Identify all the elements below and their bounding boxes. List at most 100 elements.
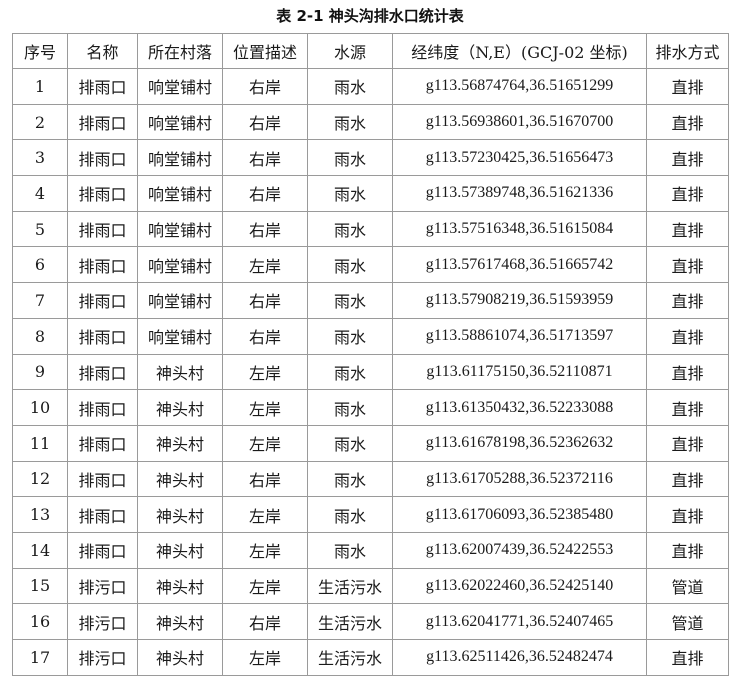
cell-seq: 14 bbox=[12, 531, 68, 569]
table-row: 8 排雨口 响堂铺村 右岸 雨水 g113.58861074,36.51713597 直排 bbox=[12, 317, 729, 355]
cell-name: 排雨口 bbox=[67, 246, 138, 284]
outfall-table: 序号 名称 所在村落 位置描述 水源 经纬度（N,E）(GCJ-02 坐标) 排… bbox=[12, 33, 729, 676]
cell-source: 雨水 bbox=[307, 317, 393, 355]
cell-village: 响堂铺村 bbox=[137, 210, 223, 248]
table-row: 15 排污口 神头村 左岸 生活污水 g113.62022460,36.52425140 管… bbox=[12, 567, 729, 605]
cell-method: 管道 bbox=[646, 603, 729, 640]
header-row: 序号 名称 所在村落 位置描述 水源 经纬度（N,E）(GCJ-02 坐标) 排… bbox=[12, 33, 729, 69]
cell-coord: g113.61175150,36.52110871 bbox=[392, 353, 647, 391]
cell-coord: g113.62022460,36.52425140 bbox=[392, 567, 647, 605]
cell-source: 雨水 bbox=[307, 496, 393, 533]
cell-position: 左岸 bbox=[222, 567, 308, 605]
cell-method: 直排 bbox=[646, 496, 729, 533]
cell-source: 生活污水 bbox=[307, 603, 393, 640]
cell-seq: 8 bbox=[12, 317, 68, 355]
table-row: 17 排污口 神头村 左岸 生活污水 g113.62511426,36.52482474 直… bbox=[12, 639, 729, 676]
cell-name: 排雨口 bbox=[67, 68, 138, 105]
cell-source: 雨水 bbox=[307, 460, 393, 498]
cell-coord: g113.61678198,36.52362632 bbox=[392, 424, 647, 462]
cell-method: 直排 bbox=[646, 531, 729, 569]
cell-name: 排雨口 bbox=[67, 531, 138, 569]
table-row: 4 排雨口 响堂铺村 右岸 雨水 g113.57389748,36.51621336 直排 bbox=[12, 175, 729, 212]
cell-village: 神头村 bbox=[137, 389, 223, 426]
cell-coord: g113.61706093,36.52385480 bbox=[392, 496, 647, 533]
cell-village: 神头村 bbox=[137, 424, 223, 462]
cell-coord: g113.62511426,36.52482474 bbox=[392, 639, 647, 676]
cell-seq: 13 bbox=[12, 496, 68, 533]
cell-name: 排污口 bbox=[67, 603, 138, 640]
cell-seq: 6 bbox=[12, 246, 68, 284]
cell-village: 神头村 bbox=[137, 567, 223, 605]
cell-method: 直排 bbox=[646, 246, 729, 284]
cell-source: 雨水 bbox=[307, 353, 393, 391]
cell-seq: 12 bbox=[12, 460, 68, 498]
cell-source: 雨水 bbox=[307, 103, 393, 141]
cell-seq: 15 bbox=[12, 567, 68, 605]
cell-coord: g113.62041771,36.52407465 bbox=[392, 603, 647, 640]
cell-seq: 4 bbox=[12, 175, 68, 212]
cell-position: 右岸 bbox=[222, 603, 308, 640]
cell-position: 右岸 bbox=[222, 317, 308, 355]
cell-village: 神头村 bbox=[137, 460, 223, 498]
cell-name: 排雨口 bbox=[67, 103, 138, 141]
cell-name: 排雨口 bbox=[67, 496, 138, 533]
cell-coord: g113.56938601,36.51670700 bbox=[392, 103, 647, 141]
cell-coord: g113.58861074,36.51713597 bbox=[392, 317, 647, 355]
cell-seq: 16 bbox=[12, 603, 68, 640]
cell-method: 直排 bbox=[646, 175, 729, 212]
cell-method: 直排 bbox=[646, 424, 729, 462]
cell-method: 直排 bbox=[646, 282, 729, 319]
cell-seq: 2 bbox=[12, 103, 68, 141]
cell-village: 神头村 bbox=[137, 603, 223, 640]
table-row: 16 排污口 神头村 右岸 生活污水 g113.62041771,36.52407465 管… bbox=[12, 603, 729, 640]
cell-source: 雨水 bbox=[307, 210, 393, 248]
table-row: 7 排雨口 响堂铺村 右岸 雨水 g113.57908219,36.51593959 直排 bbox=[12, 282, 729, 319]
cell-position: 左岸 bbox=[222, 531, 308, 569]
cell-position: 右岸 bbox=[222, 282, 308, 319]
header-method: 排水方式 bbox=[646, 33, 729, 69]
cell-source: 雨水 bbox=[307, 139, 393, 177]
cell-name: 排雨口 bbox=[67, 282, 138, 319]
header-coord: 经纬度（N,E）(GCJ-02 坐标) bbox=[392, 33, 647, 69]
cell-position: 左岸 bbox=[222, 639, 308, 676]
table-row: 6 排雨口 响堂铺村 左岸 雨水 g113.57617468,36.51665742 直排 bbox=[12, 246, 729, 284]
cell-coord: g113.57908219,36.51593959 bbox=[392, 282, 647, 319]
cell-coord: g113.61705288,36.52372116 bbox=[392, 460, 647, 498]
cell-source: 雨水 bbox=[307, 282, 393, 319]
cell-position: 右岸 bbox=[222, 460, 308, 498]
cell-source: 生活污水 bbox=[307, 639, 393, 676]
table-row: 12 排雨口 神头村 右岸 雨水 g113.61705288,36.52372116 直排 bbox=[12, 460, 729, 498]
header-seq: 序号 bbox=[12, 33, 68, 69]
cell-coord: g113.57230425,36.51656473 bbox=[392, 139, 647, 177]
table-row: 5 排雨口 响堂铺村 右岸 雨水 g113.57516348,36.51615084 直排 bbox=[12, 210, 729, 248]
cell-coord: g113.62007439,36.52422553 bbox=[392, 531, 647, 569]
cell-method: 直排 bbox=[646, 389, 729, 426]
cell-source: 雨水 bbox=[307, 68, 393, 105]
cell-village: 神头村 bbox=[137, 353, 223, 391]
cell-village: 响堂铺村 bbox=[137, 175, 223, 212]
cell-seq: 17 bbox=[12, 639, 68, 676]
table-row: 9 排雨口 神头村 左岸 雨水 g113.61175150,36.52110871 直排 bbox=[12, 353, 729, 391]
cell-source: 雨水 bbox=[307, 246, 393, 284]
table-row: 13 排雨口 神头村 左岸 雨水 g113.61706093,36.52385480 直排 bbox=[12, 496, 729, 533]
table-caption: 表 2-1 神头沟排水口统计表 bbox=[276, 7, 464, 25]
table-row: 1 排雨口 响堂铺村 右岸 雨水 g113.56874764,36.51651299 直排 bbox=[12, 68, 729, 105]
cell-name: 排雨口 bbox=[67, 317, 138, 355]
cell-village: 响堂铺村 bbox=[137, 317, 223, 355]
cell-seq: 11 bbox=[12, 424, 68, 462]
cell-seq: 10 bbox=[12, 389, 68, 426]
cell-seq: 1 bbox=[12, 68, 68, 105]
table-row: 3 排雨口 响堂铺村 右岸 雨水 g113.57230425,36.51656473 直排 bbox=[12, 139, 729, 177]
header-source: 水源 bbox=[307, 33, 393, 69]
cell-source: 雨水 bbox=[307, 389, 393, 426]
cell-position: 右岸 bbox=[222, 175, 308, 212]
cell-method: 直排 bbox=[646, 317, 729, 355]
cell-coord: g113.56874764,36.51651299 bbox=[392, 68, 647, 105]
cell-name: 排污口 bbox=[67, 567, 138, 605]
table-row: 14 排雨口 神头村 左岸 雨水 g113.62007439,36.52422553 直排 bbox=[12, 531, 729, 569]
cell-name: 排雨口 bbox=[67, 353, 138, 391]
cell-method: 直排 bbox=[646, 103, 729, 141]
cell-seq: 7 bbox=[12, 282, 68, 319]
cell-coord: g113.61350432,36.52233088 bbox=[392, 389, 647, 426]
cell-village: 响堂铺村 bbox=[137, 68, 223, 105]
